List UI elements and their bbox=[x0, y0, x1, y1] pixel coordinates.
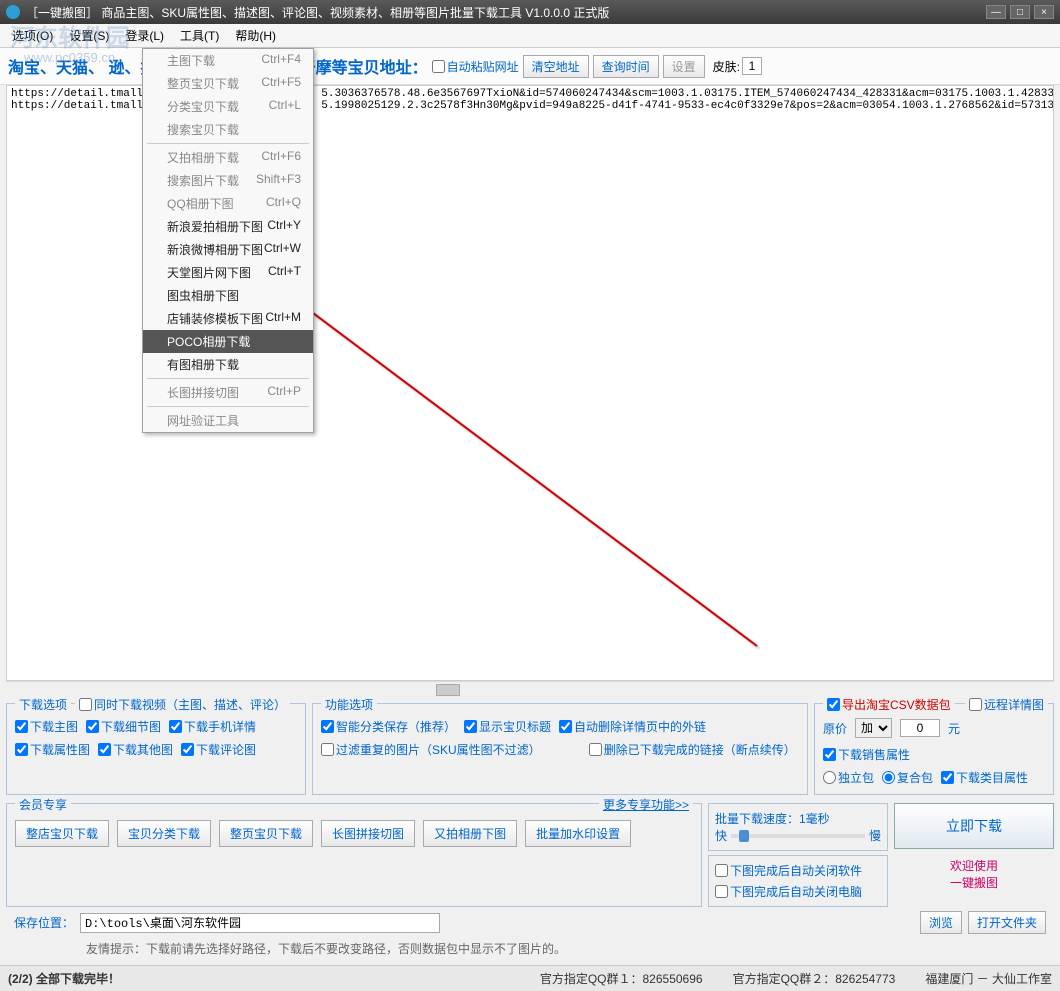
menu-settings[interactable]: 设置(S) bbox=[61, 25, 117, 46]
function-options-panel: 功能选项 智能分类保存（推荐） 显示宝贝标题 自动删除详情页中的外链 过滤重复的… bbox=[312, 703, 808, 795]
horizontal-scrollbar[interactable] bbox=[6, 681, 1054, 697]
welcome-text: 欢迎使用一键搬图 bbox=[894, 853, 1054, 895]
studio-label: 福建厦门 － 大仙工作室 bbox=[925, 970, 1052, 987]
download-main-checkbox[interactable]: 下载主图 bbox=[15, 718, 78, 735]
query-time-button[interactable]: 查询时间 bbox=[593, 55, 659, 78]
download-sale-attr-checkbox[interactable]: 下载销售属性 bbox=[823, 746, 910, 763]
dropdown-item[interactable]: 长图拼接切图Ctrl+P bbox=[143, 381, 313, 404]
member-button[interactable]: 整页宝贝下载 bbox=[219, 820, 313, 847]
menu-help[interactable]: 帮助(H) bbox=[227, 25, 284, 46]
hint-text: 友情提示：下载前请先选择好路径，下载后不要改变路径，否则数据包中显示不了图片的。 bbox=[6, 938, 1054, 959]
member-button[interactable]: 又拍相册下图 bbox=[423, 820, 517, 847]
dropdown-item[interactable]: POCO相册下载 bbox=[143, 330, 313, 353]
member-panel: 会员专享 更多专享功能>> 整店宝贝下载宝贝分类下载整页宝贝下载长图拼接切图又拍… bbox=[6, 803, 702, 907]
dropdown-item[interactable]: 分类宝贝下载Ctrl+L bbox=[143, 95, 313, 118]
price-value-input[interactable] bbox=[900, 719, 940, 737]
dropdown-item[interactable]: 主图下载Ctrl+F4 bbox=[143, 49, 313, 72]
csv-panel: 导出淘宝CSV数据包 远程详情图 原价 加 元 下载销售属性 独立包 复合包 下… bbox=[814, 703, 1054, 795]
menu-tools[interactable]: 工具(T) bbox=[172, 25, 227, 46]
dropdown-item[interactable]: 搜索图片下载Shift+F3 bbox=[143, 169, 313, 192]
speed-slow-label: 慢 bbox=[869, 827, 881, 844]
qq-group-1: 官方指定QQ群１：826550696 bbox=[540, 970, 703, 987]
tools-dropdown: 主图下载Ctrl+F4整页宝贝下载Ctrl+F5分类宝贝下载Ctrl+L搜索宝贝… bbox=[142, 48, 314, 433]
download-review-checkbox[interactable]: 下载评论图 bbox=[181, 741, 256, 758]
download-now-button[interactable]: 立即下载 bbox=[894, 803, 1054, 849]
maximize-button[interactable]: □ bbox=[1010, 5, 1030, 19]
window-title: ［一键搬图］ 商品主图、SKU属性图、描述图、评论图、视频素材、相册等图片批量下… bbox=[26, 4, 986, 21]
skin-input[interactable] bbox=[742, 57, 762, 75]
show-title-checkbox[interactable]: 显示宝贝标题 bbox=[464, 718, 551, 735]
combo-pack-radio[interactable]: 复合包 bbox=[882, 769, 933, 786]
title-bar: ［一键搬图］ 商品主图、SKU属性图、描述图、评论图、视频素材、相册等图片批量下… bbox=[0, 0, 1060, 24]
dropdown-item[interactable]: 新浪爱拍相册下图Ctrl+Y bbox=[143, 215, 313, 238]
price-op-select[interactable]: 加 bbox=[855, 718, 892, 738]
download-detail-checkbox[interactable]: 下载细节图 bbox=[86, 718, 161, 735]
save-label: 保存位置： bbox=[14, 914, 74, 931]
menu-login[interactable]: 登录(L) bbox=[117, 25, 172, 46]
app-icon bbox=[6, 5, 20, 19]
menu-bar: 选项(O) 设置(S) 登录(L) 工具(T) 帮助(H) bbox=[0, 24, 1060, 48]
autodel-links-checkbox[interactable]: 自动删除详情页中的外链 bbox=[559, 718, 706, 735]
dropdown-item[interactable]: 店铺装修模板下图Ctrl+M bbox=[143, 307, 313, 330]
member-button[interactable]: 长图拼接切图 bbox=[321, 820, 415, 847]
menu-options[interactable]: 选项(O) bbox=[4, 25, 61, 46]
download-other-checkbox[interactable]: 下载其他图 bbox=[98, 741, 173, 758]
member-title: 会员专享 bbox=[15, 796, 71, 813]
dropdown-item[interactable]: 网址验证工具 bbox=[143, 409, 313, 432]
speed-title: 批量下载速度：1毫秒 bbox=[715, 810, 881, 827]
status-bar: (2/2) 全部下载完毕！ 官方指定QQ群１：826550696 官方指定QQ群… bbox=[0, 965, 1060, 991]
dropdown-item[interactable]: 整页宝贝下载Ctrl+F5 bbox=[143, 72, 313, 95]
download-options-title: 下载选项 bbox=[15, 696, 71, 713]
save-path-input[interactable] bbox=[80, 913, 440, 933]
single-pack-radio[interactable]: 独立包 bbox=[823, 769, 874, 786]
speed-slider[interactable] bbox=[731, 834, 865, 838]
filter-dup-checkbox[interactable]: 过滤重复的图片（SKU属性图不过滤） bbox=[321, 741, 541, 758]
speed-fast-label: 快 bbox=[715, 827, 727, 844]
open-folder-button[interactable]: 打开文件夹 bbox=[968, 911, 1046, 934]
smart-save-checkbox[interactable]: 智能分类保存（推荐） bbox=[321, 718, 456, 735]
remote-detail-checkbox[interactable]: 远程详情图 bbox=[969, 696, 1044, 713]
member-button[interactable]: 批量加水印设置 bbox=[525, 820, 631, 847]
download-video-checkbox[interactable]: 同时下载视频（主图、描述、评论） bbox=[79, 696, 286, 713]
minimize-button[interactable]: — bbox=[986, 5, 1006, 19]
auto-paste-checkbox[interactable]: 自动粘贴网址 bbox=[432, 58, 519, 75]
dropdown-item[interactable]: 天堂图片网下图Ctrl+T bbox=[143, 261, 313, 284]
close-button[interactable]: × bbox=[1034, 5, 1054, 19]
clear-address-button[interactable]: 清空地址 bbox=[523, 55, 589, 78]
dropdown-item[interactable]: 图虫相册下图 bbox=[143, 284, 313, 307]
dropdown-item[interactable]: 有图相册下载 bbox=[143, 353, 313, 376]
function-options-title: 功能选项 bbox=[321, 696, 377, 713]
status-progress: (2/2) 全部下载完毕！ bbox=[8, 970, 120, 987]
member-button[interactable]: 宝贝分类下载 bbox=[117, 820, 211, 847]
dropdown-item[interactable]: 新浪微博相册下图Ctrl+W bbox=[143, 238, 313, 261]
auto-close-pc-checkbox[interactable]: 下图完成后自动关闭电脑 bbox=[715, 883, 881, 900]
download-cat-attr-checkbox[interactable]: 下载类目属性 bbox=[941, 769, 1028, 786]
settings-button[interactable]: 设置 bbox=[663, 55, 705, 78]
qq-group-2: 官方指定QQ群２：826254773 bbox=[733, 970, 896, 987]
download-attr-checkbox[interactable]: 下载属性图 bbox=[15, 741, 90, 758]
more-functions-link[interactable]: 更多专享功能>> bbox=[603, 798, 689, 812]
dropdown-item[interactable]: 搜索宝贝下载 bbox=[143, 118, 313, 141]
export-csv-checkbox[interactable]: 导出淘宝CSV数据包 bbox=[827, 696, 951, 713]
speed-panel: 批量下载速度：1毫秒 快 慢 bbox=[708, 803, 888, 851]
browse-button[interactable]: 浏览 bbox=[920, 911, 962, 934]
auto-close-software-checkbox[interactable]: 下图完成后自动关闭软件 bbox=[715, 862, 881, 879]
dropdown-item[interactable]: 又拍相册下载Ctrl+F6 bbox=[143, 146, 313, 169]
skin-label: 皮肤: bbox=[713, 58, 740, 75]
dropdown-item[interactable]: QQ相册下图Ctrl+Q bbox=[143, 192, 313, 215]
download-options-panel: 下载选项 同时下载视频（主图、描述、评论） 下载主图 下载细节图 下载手机详情 … bbox=[6, 703, 306, 795]
member-button[interactable]: 整店宝贝下载 bbox=[15, 820, 109, 847]
delete-done-checkbox[interactable]: 删除已下载完成的链接（断点续传） bbox=[589, 741, 796, 758]
red-arrow-annotation bbox=[237, 256, 767, 656]
price-label: 原价 bbox=[823, 720, 847, 737]
download-mobile-checkbox[interactable]: 下载手机详情 bbox=[169, 718, 256, 735]
price-unit: 元 bbox=[948, 720, 960, 737]
